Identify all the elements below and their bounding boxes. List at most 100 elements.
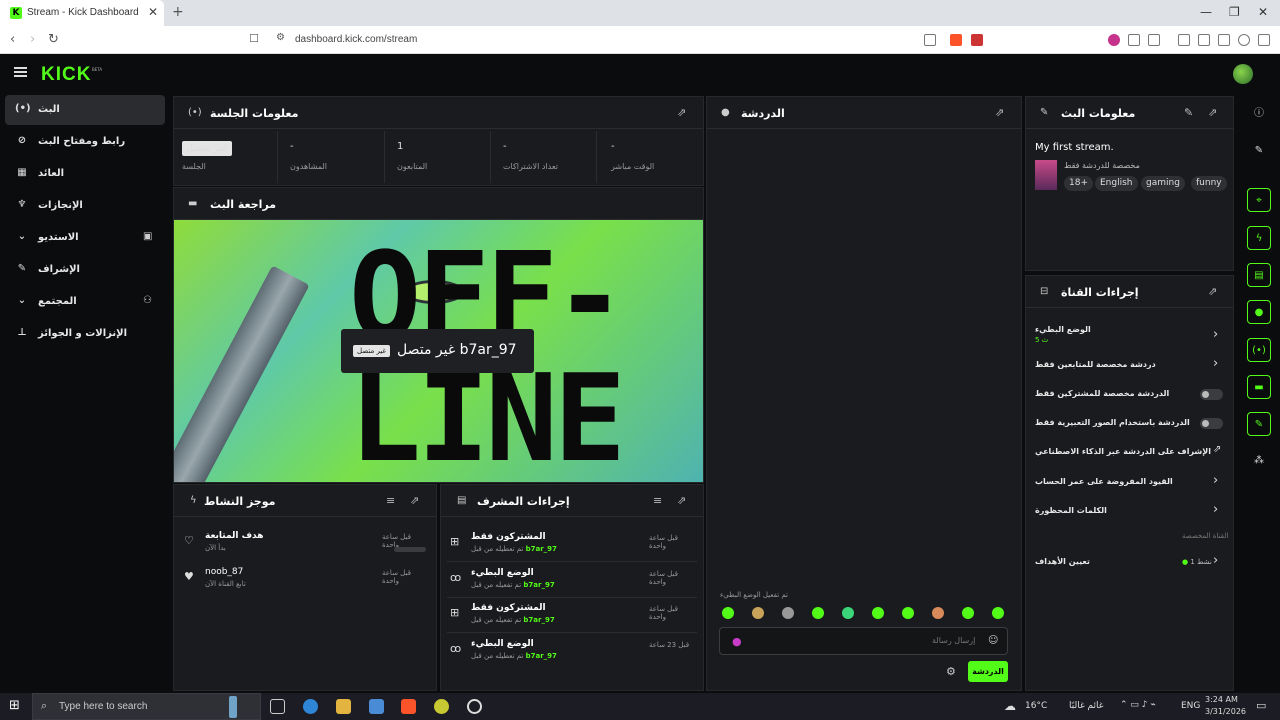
emote-only-toggle[interactable]	[1200, 418, 1223, 429]
focus-icon[interactable]: ⌖	[1247, 188, 1271, 212]
language-indicator[interactable]: ENG	[1181, 701, 1200, 711]
sidebar-item-studio[interactable]: ⌄ الاستديو ▣	[5, 223, 165, 253]
taskbar-search[interactable]: ⌕ Type here to search	[32, 693, 261, 720]
mod-user[interactable]: b7ar_97	[526, 652, 557, 660]
reload-icon[interactable]: ↻	[48, 32, 59, 47]
emote-icon[interactable]	[992, 607, 1004, 619]
external-link-icon[interactable]: ⇗	[1213, 444, 1221, 455]
emote-icon[interactable]	[722, 607, 734, 619]
chat-bubble-icon[interactable]: ●	[1247, 300, 1271, 324]
copilot-icon[interactable]	[303, 699, 318, 714]
emote-icon[interactable]	[752, 607, 764, 619]
popout-icon[interactable]: ⇗	[677, 494, 686, 507]
kick-logo[interactable]: KICK	[41, 64, 91, 86]
sidebar-item-achievements[interactable]: ♆ الإنجازات	[5, 191, 165, 221]
chevron-right-icon[interactable]: ›	[1213, 473, 1218, 488]
brave-shields-icon[interactable]	[950, 34, 962, 46]
restore-icon[interactable]: ❐	[1229, 5, 1240, 19]
emote-icon[interactable]	[962, 607, 974, 619]
clock-time[interactable]: 3:24 AM	[1205, 695, 1238, 704]
slow-mode-action[interactable]: الوضع البطيء	[1035, 325, 1091, 334]
ai-moderation-action[interactable]: الإشراف على الدردشة عبر الذكاء الاصطناعي	[1035, 447, 1211, 456]
emote-icon[interactable]	[812, 607, 824, 619]
info-icon[interactable]: ⓘ	[1247, 102, 1271, 126]
mic-icon[interactable]: ●	[732, 635, 742, 648]
site-info-icon[interactable]: ⚙	[276, 32, 285, 43]
popout-icon[interactable]: ⇗	[677, 106, 686, 119]
back-icon[interactable]: ‹	[10, 32, 15, 47]
notifications-icon[interactable]: ▭	[1256, 699, 1266, 712]
emote-icon[interactable]	[932, 607, 944, 619]
extension-icon[interactable]	[1108, 34, 1120, 46]
new-tab-icon[interactable]: +	[172, 4, 184, 20]
monitor-icon[interactable]: ▬	[1247, 375, 1271, 399]
weather-temp[interactable]: 16°C	[1025, 701, 1047, 711]
emote-icon[interactable]	[872, 607, 884, 619]
obs-icon[interactable]	[467, 699, 482, 714]
sidebar-item-stream-key[interactable]: ⊘ رابط ومفتاح البث	[5, 127, 165, 157]
chevron-right-icon[interactable]: ›	[1213, 356, 1218, 371]
tag-english[interactable]: English	[1095, 176, 1138, 191]
sidebar-item-stream[interactable]: (•) البث	[5, 95, 165, 125]
bookmark-icon[interactable]: ☐	[249, 32, 259, 45]
chat-send-button[interactable]: الدردشة	[968, 661, 1008, 682]
bolt-icon[interactable]: ϟ	[1247, 226, 1271, 250]
popout-icon[interactable]: ⇗	[1208, 106, 1217, 119]
rewards-icon[interactable]	[971, 34, 983, 46]
emote-icon[interactable]	[782, 607, 794, 619]
edit-icon[interactable]: ✎	[1184, 106, 1193, 119]
brave-browser-icon[interactable]	[401, 699, 416, 714]
menu-icon[interactable]	[14, 67, 27, 77]
tag-funny[interactable]: funny	[1191, 176, 1227, 191]
filter-icon[interactable]: ≡	[386, 494, 395, 507]
emote-icon[interactable]	[902, 607, 914, 619]
mod-user[interactable]: b7ar_97	[523, 581, 554, 589]
popout-icon[interactable]: ⇗	[995, 106, 1004, 119]
set-goals-action[interactable]: تعيين الأهداف	[1035, 557, 1090, 566]
browser-tab[interactable]: K Stream - Kick Dashboard ✕	[0, 0, 164, 26]
emoji-icon[interactable]: ☺	[988, 635, 998, 646]
sidebar-item-community[interactable]: ⌄ المجتمع ⚇	[5, 287, 165, 317]
chevron-right-icon[interactable]: ›	[1213, 327, 1218, 342]
broadcast-icon[interactable]: (•)	[1247, 338, 1271, 362]
clock-date[interactable]: 3/31/2026	[1205, 707, 1246, 716]
popout-icon[interactable]: ⇗	[1208, 285, 1217, 298]
popout-icon[interactable]: ⇗	[410, 494, 419, 507]
account-age-action[interactable]: القيود المفروضة على عمر الحساب	[1035, 477, 1173, 486]
chevron-right-icon[interactable]: ›	[1213, 553, 1218, 568]
avatar[interactable]	[1233, 64, 1253, 84]
mod-user[interactable]: b7ar_97	[523, 616, 554, 624]
wrench-icon[interactable]: ✎	[1247, 412, 1271, 436]
app-icon[interactable]	[434, 699, 449, 714]
banned-words-action[interactable]: الكلمات المحظورة	[1035, 506, 1107, 515]
followers-only-action[interactable]: دردشة مخصصة للمتابعين فقط	[1035, 360, 1156, 369]
sidebar-item-moderation[interactable]: ✎ الإشراف	[5, 255, 165, 285]
category-name[interactable]: مخصصة للدردشة فقط	[1064, 161, 1140, 170]
emote-icon[interactable]	[842, 607, 854, 619]
url-field[interactable]: dashboard.kick.com/stream	[295, 34, 417, 45]
chevron-right-icon[interactable]: ›	[1213, 502, 1218, 517]
mod-user[interactable]: b7ar_97	[526, 545, 557, 553]
leo-icon[interactable]	[1218, 34, 1230, 46]
clipboard-icon[interactable]: ▤	[1247, 263, 1271, 287]
tab-close-icon[interactable]: ✕	[148, 5, 158, 19]
sidebar-item-drops[interactable]: ⊥ الإنزالات و الجوائز	[5, 319, 165, 349]
filter-icon[interactable]: ≡	[653, 494, 662, 507]
tab-search-icon[interactable]	[1198, 34, 1210, 46]
chat-message-input[interactable]: ● إرسال رسالة ☺	[719, 627, 1008, 655]
extensions-icon[interactable]	[1128, 34, 1140, 46]
tag-gaming[interactable]: gaming	[1141, 176, 1185, 191]
forward-icon[interactable]: ›	[30, 32, 35, 47]
window-close-icon[interactable]: ✕	[1258, 5, 1268, 19]
edit-icon[interactable]: ✎	[1247, 139, 1271, 163]
vpn-icon[interactable]	[1238, 34, 1250, 46]
tag-18-plus[interactable]: 18+	[1064, 176, 1093, 191]
settings-gear-icon[interactable]: ⚙	[946, 665, 956, 678]
share-icon[interactable]	[924, 34, 936, 46]
apps-icon[interactable]: ⁂	[1247, 449, 1271, 473]
task-view-icon[interactable]	[270, 699, 285, 714]
minimize-icon[interactable]: —	[1200, 5, 1212, 19]
tray-icons[interactable]: ⌃ ▭ ♪ ⌁	[1120, 700, 1156, 710]
sidebar-icon[interactable]	[1178, 34, 1190, 46]
subscribers-only-toggle[interactable]	[1200, 389, 1223, 400]
